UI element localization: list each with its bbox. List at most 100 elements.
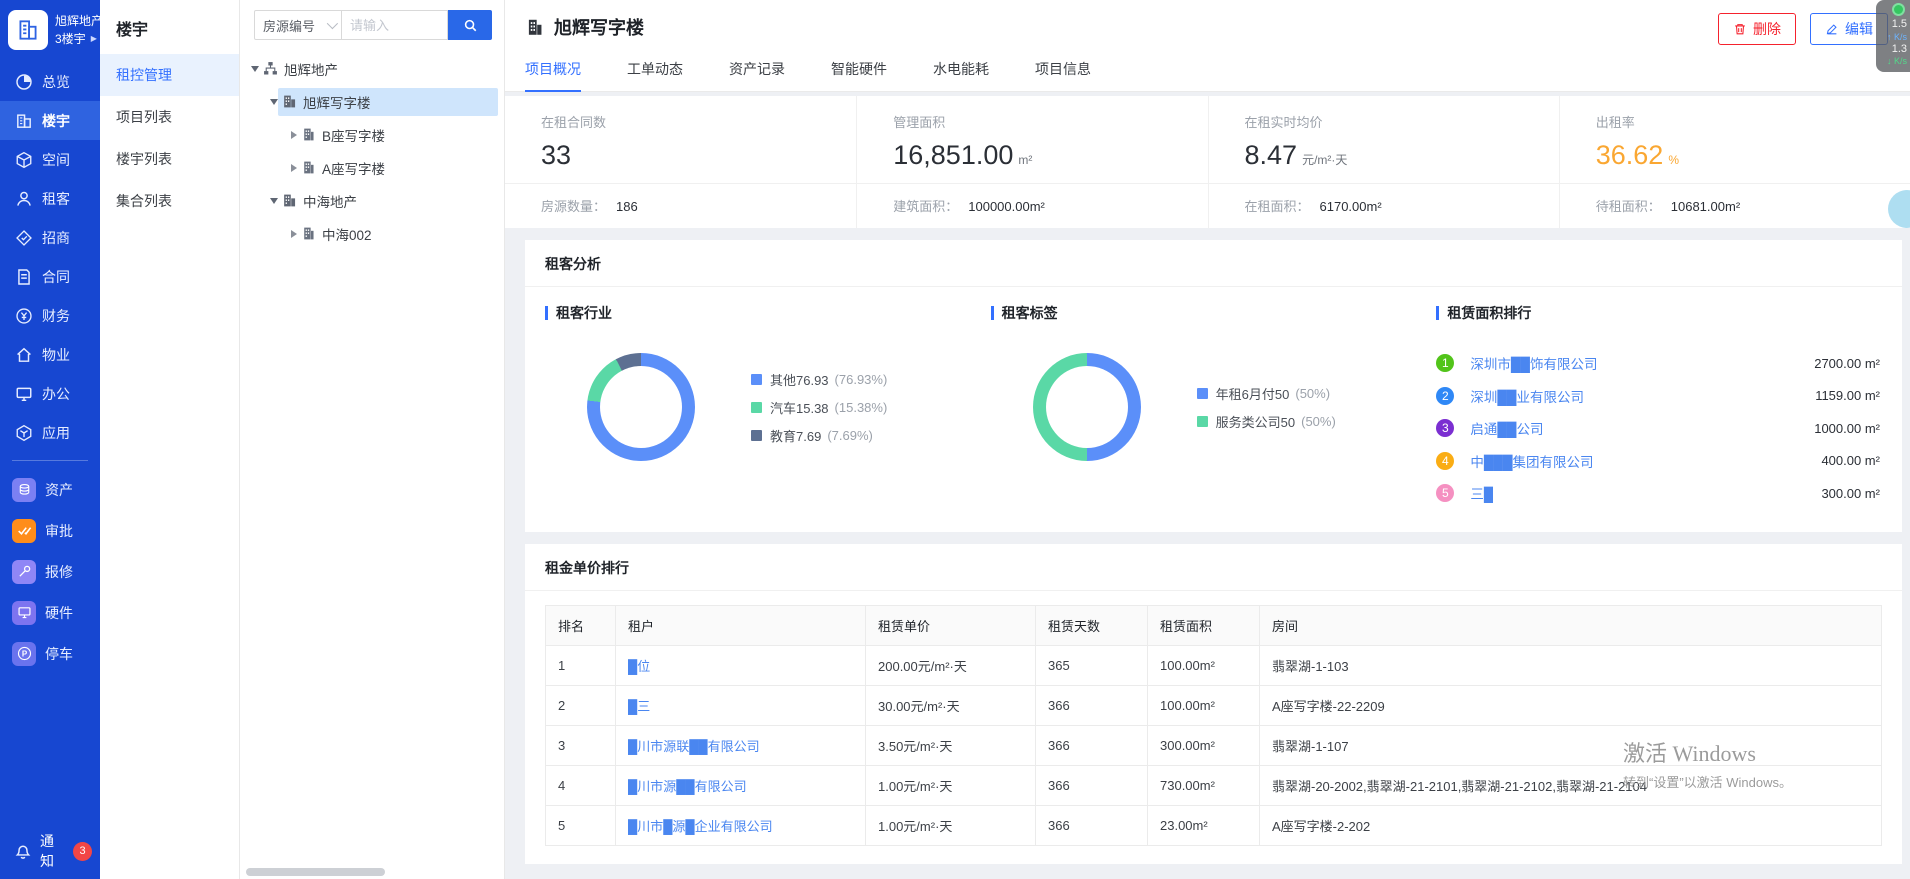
legend-item[interactable]: 教育7.69(7.69%): [751, 426, 887, 445]
sidebar-item-merchant[interactable]: 招商: [0, 218, 100, 257]
sidebar-item-label: 硬件: [45, 603, 73, 623]
tab-2[interactable]: 资产记录: [729, 50, 785, 91]
stats-card: 在租合同数33管理面积16,851.00m²在租实时均价8.47元/m²·天出租…: [505, 96, 1910, 228]
sidebar-item-building[interactable]: 楼宇: [0, 101, 100, 140]
sidebar-item-space[interactable]: 空间: [0, 140, 100, 179]
cell-3: 366: [1036, 725, 1148, 765]
area-value: 1000.00 m²: [1804, 421, 1880, 436]
tenant-link-cell[interactable]: █川市█源█企业有限公司: [616, 805, 866, 845]
sidebar-item-contract[interactable]: 合同: [0, 257, 100, 296]
stat-label: 管理面积: [893, 112, 1197, 131]
rank-badge: 3: [1436, 419, 1454, 437]
stat-sub-value: 186: [616, 199, 638, 214]
tenant-link-cell[interactable]: █三: [616, 685, 866, 725]
area-rank-row: 2深圳██业有限公司1159.00 m²: [1436, 380, 1880, 413]
menu-item-0[interactable]: 租控管理: [100, 54, 239, 96]
cell-2: 200.00元/m²·天: [866, 645, 1036, 685]
section-bar: [1436, 306, 1439, 320]
stat-label: 在租实时均价: [1245, 112, 1549, 131]
caret-down-icon[interactable]: [251, 66, 259, 72]
status-dot-icon: [1892, 3, 1905, 16]
tree-node-4[interactable]: 中海地产: [240, 184, 504, 217]
tenant-link[interactable]: 启通██公司: [1470, 418, 1543, 438]
company-name: 旭辉地产: [55, 12, 103, 30]
company-logo: [8, 10, 48, 50]
legend-item[interactable]: 其他76.93(76.93%): [751, 370, 887, 389]
legend-item[interactable]: 年租6月付50 (50%): [1197, 384, 1336, 403]
sidebar-app-hardware[interactable]: 硬件: [0, 592, 100, 633]
tab-3[interactable]: 智能硬件: [831, 50, 887, 91]
sidebar-item-label: 停车: [45, 644, 73, 664]
sidebar-item-apps[interactable]: 应用: [0, 413, 100, 452]
caret-down-icon[interactable]: [270, 198, 278, 204]
edit-icon: [1825, 22, 1839, 36]
col-header-4: 租赁面积: [1148, 605, 1260, 645]
tenant-link[interactable]: 深圳██业有限公司: [1470, 386, 1584, 406]
notification-item[interactable]: 通知 3: [0, 831, 100, 879]
tree-node-label: A座写字楼: [322, 158, 385, 178]
tab-1[interactable]: 工单动态: [627, 50, 683, 91]
legend-item[interactable]: 服务类公司50(50%): [1197, 412, 1336, 431]
stat-sub-value: 100000.00m²: [968, 199, 1045, 214]
sidebar-item-office[interactable]: 办公: [0, 374, 100, 413]
sidebar-app-asset[interactable]: 资产: [0, 469, 100, 510]
sidebar-item-tenant[interactable]: 租客: [0, 179, 100, 218]
tenant-link[interactable]: 中███集团有限公司: [1470, 451, 1593, 471]
stat-number: 8.47: [1245, 140, 1298, 170]
area-value: 300.00 m²: [1811, 486, 1880, 501]
tenant-link-cell[interactable]: █川市源██有限公司: [616, 765, 866, 805]
tree-node-0[interactable]: 旭辉地产: [240, 52, 504, 85]
stat-sub-2: 在租面积：6170.00m²: [1208, 184, 1559, 228]
secondary-menu-items: 租控管理项目列表楼宇列表集合列表: [100, 54, 239, 222]
tag-donut-chart: [1033, 353, 1141, 461]
screen: 旭辉地产 3楼宇 ▶ 总览楼宇空间租客招商合同财务物业办公应用资产审批报修硬件 P…: [0, 0, 1910, 879]
search-button[interactable]: [448, 10, 492, 40]
legend-item[interactable]: 汽车15.38(15.38%): [751, 398, 887, 417]
sidebar-app-repair[interactable]: 报修: [0, 551, 100, 592]
menu-item-1[interactable]: 项目列表: [100, 96, 239, 138]
merchant-icon: [15, 229, 33, 247]
horizontal-scrollbar[interactable]: [246, 868, 498, 876]
tree-node-5[interactable]: 中海002: [240, 217, 504, 250]
cell-5: 翡翠湖-1-103: [1260, 645, 1882, 685]
tenant-link-cell[interactable]: █川市源联██有限公司: [616, 725, 866, 765]
tenant-link-cell[interactable]: █位: [616, 645, 866, 685]
sidebar-item-finance[interactable]: 财务: [0, 296, 100, 335]
tower-icon: [301, 160, 316, 175]
search-input[interactable]: [342, 10, 448, 40]
menu-item-2[interactable]: 楼宇列表: [100, 138, 239, 180]
tab-5[interactable]: 项目信息: [1035, 50, 1091, 91]
org-icon: [263, 61, 278, 76]
sidebar-app-approval[interactable]: 审批: [0, 510, 100, 551]
sidebar-item-label: 审批: [45, 521, 73, 541]
section-title: 租客标签: [1002, 303, 1058, 323]
legend-pct: (50%): [1295, 386, 1330, 401]
sidebar-item-property[interactable]: 物业: [0, 335, 100, 374]
cell-5: A座写字楼-22-2209: [1260, 685, 1882, 725]
workspace-switcher[interactable]: 旭辉地产 3楼宇 ▶: [0, 0, 100, 62]
delete-button[interactable]: 删除: [1718, 13, 1796, 45]
apps-icon: [15, 424, 33, 442]
sidebar-app-parking[interactable]: P停车: [0, 633, 100, 674]
tree-node-1[interactable]: 旭辉写字楼: [240, 85, 504, 118]
sidebar-item-label: 应用: [42, 423, 70, 443]
caret-down-icon[interactable]: [270, 99, 278, 105]
tree-node-2[interactable]: B座写字楼: [240, 118, 504, 151]
tree-node-3[interactable]: A座写字楼: [240, 151, 504, 184]
tenant-link[interactable]: 三█: [1470, 483, 1493, 503]
tree-node-content: 中海地产: [278, 187, 498, 215]
cell-4: 300.00m²: [1148, 725, 1260, 765]
legend-swatch-icon: [751, 374, 762, 385]
tenant-link[interactable]: 深圳市██饰有限公司: [1470, 353, 1597, 373]
search-field-select[interactable]: 房源编号: [254, 10, 342, 40]
legend-label: 年租6月付50: [1216, 384, 1290, 403]
legend-label: 汽车15.38: [770, 398, 829, 417]
sidebar-item-label: 空间: [42, 150, 70, 170]
search-icon: [463, 18, 478, 33]
tab-4[interactable]: 水电能耗: [933, 50, 989, 91]
expand-caret-icon[interactable]: ▶: [91, 33, 97, 45]
sidebar-item-overview[interactable]: 总览: [0, 62, 100, 101]
tab-0[interactable]: 项目概况: [525, 50, 581, 92]
secondary-menu-panel: 楼宇 租控管理项目列表楼宇列表集合列表: [100, 0, 240, 879]
menu-item-3[interactable]: 集合列表: [100, 180, 239, 222]
